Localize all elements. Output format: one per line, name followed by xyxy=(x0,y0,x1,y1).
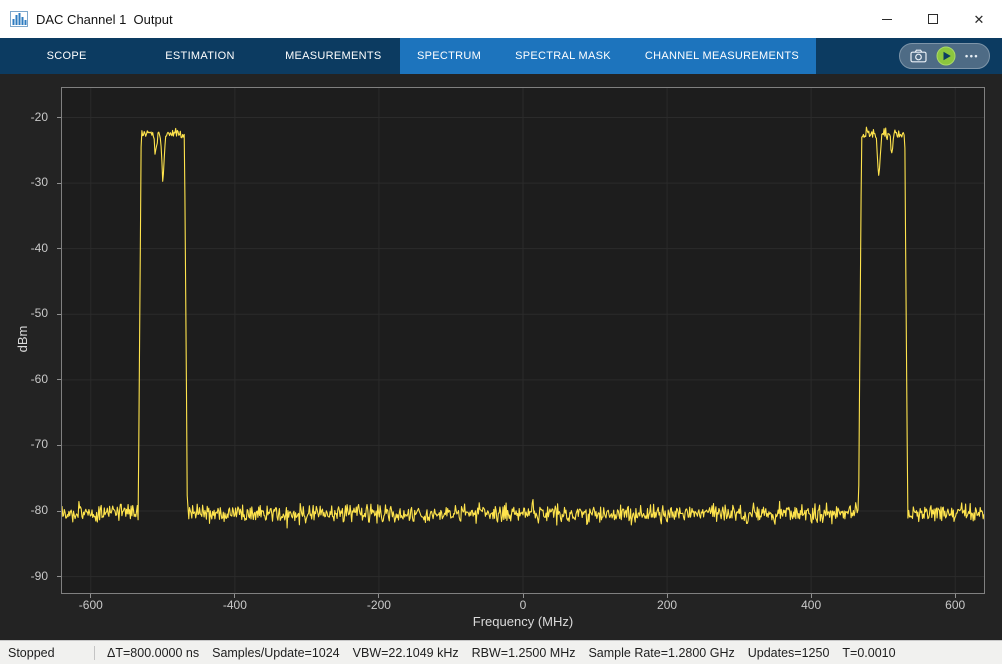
status-bar: Stopped ΔT=800.0000 ns Samples/Update=102… xyxy=(0,640,1002,664)
y-tick-mark xyxy=(57,248,61,249)
y-tick-mark xyxy=(57,511,61,512)
run-button[interactable] xyxy=(936,46,956,66)
tab-channel-measurements[interactable]: CHANNEL MEASUREMENTS xyxy=(628,38,816,74)
y-tick-label: -90 xyxy=(0,569,55,584)
x-tick-label: 200 xyxy=(637,598,697,612)
x-tick-label: 400 xyxy=(781,598,841,612)
app-icon xyxy=(10,11,28,27)
status-items: ΔT=800.0000 ns Samples/Update=1024 VBW=22.… xyxy=(107,646,909,660)
y-tick-label: -80 xyxy=(0,503,55,518)
y-tick-mark xyxy=(57,379,61,380)
x-tick-label: -600 xyxy=(61,598,121,612)
y-tick-mark xyxy=(57,445,61,446)
spectrum-analyzer-window: DAC Channel 1 Output ✕ SCOPEESTIMATIONME… xyxy=(0,0,1002,664)
window-title: DAC Channel 1 Output xyxy=(36,12,173,27)
toolbar-quick-controls: ••• xyxy=(899,43,990,69)
status-item: Sample Rate=1.2800 GHz xyxy=(588,646,734,660)
x-tick-label: 600 xyxy=(925,598,985,612)
tab-spectrum[interactable]: SPECTRUM xyxy=(400,38,498,74)
main-tab-group: SCOPEESTIMATIONMEASUREMENTS xyxy=(0,38,400,74)
contextual-tab-group: SPECTRUMSPECTRAL MASKCHANNEL MEASUREMENT… xyxy=(400,38,816,74)
tab-estimation[interactable]: ESTIMATION xyxy=(133,38,266,74)
status-item: Samples/Update=1024 xyxy=(212,646,340,660)
snapshot-icon[interactable] xyxy=(910,49,927,63)
status-item: T=0.0010 xyxy=(842,646,895,660)
y-tick-label: -60 xyxy=(0,372,55,387)
window-controls: ✕ xyxy=(864,0,1002,38)
figure-area: dBm Frequency (MHz) -600 -400 -200 0 200 400 6… xyxy=(0,74,1002,640)
grid-lines xyxy=(62,88,984,593)
y-tick-mark xyxy=(57,117,61,118)
y-tick-label: -20 xyxy=(0,110,55,125)
y-tick-mark xyxy=(57,183,61,184)
more-options-button[interactable]: ••• xyxy=(965,51,979,61)
maximize-icon xyxy=(928,14,938,24)
close-icon: ✕ xyxy=(974,13,985,26)
y-axis-label: dBm xyxy=(15,317,33,361)
close-button[interactable]: ✕ xyxy=(956,0,1002,38)
status-item: VBW=22.1049 kHz xyxy=(353,646,459,660)
y-tick-label: -40 xyxy=(0,241,55,256)
x-tick-label: -400 xyxy=(205,598,265,612)
y-tick-mark xyxy=(57,314,61,315)
titlebar[interactable]: DAC Channel 1 Output ✕ xyxy=(0,0,1002,38)
tab-measurements[interactable]: MEASUREMENTS xyxy=(267,38,400,74)
y-tick-label: -70 xyxy=(0,437,55,452)
maximize-button[interactable] xyxy=(910,0,956,38)
minimize-button[interactable] xyxy=(864,0,910,38)
minimize-icon xyxy=(882,19,892,20)
status-item: RBW=1.2500 MHz xyxy=(472,646,576,660)
y-tick-label: -50 xyxy=(0,306,55,321)
y-tick-mark xyxy=(57,576,61,577)
x-tick-label: 0 xyxy=(493,598,553,612)
tab-scope[interactable]: SCOPE xyxy=(0,38,133,74)
tab-spectral-mask[interactable]: SPECTRAL MASK xyxy=(498,38,628,74)
toolstrip: SCOPEESTIMATIONMEASUREMENTS SPECTRUMSPEC… xyxy=(0,38,1002,74)
plot-area[interactable] xyxy=(61,87,985,594)
plot-canvas xyxy=(62,88,984,593)
status-item: ΔT=800.0000 ns xyxy=(107,646,199,660)
status-divider xyxy=(94,646,95,660)
x-tick-label: -200 xyxy=(349,598,409,612)
x-axis-label: Frequency (MHz) xyxy=(61,614,985,629)
status-state: Stopped xyxy=(8,646,94,660)
status-item: Updates=1250 xyxy=(748,646,830,660)
y-tick-label: -30 xyxy=(0,175,55,190)
